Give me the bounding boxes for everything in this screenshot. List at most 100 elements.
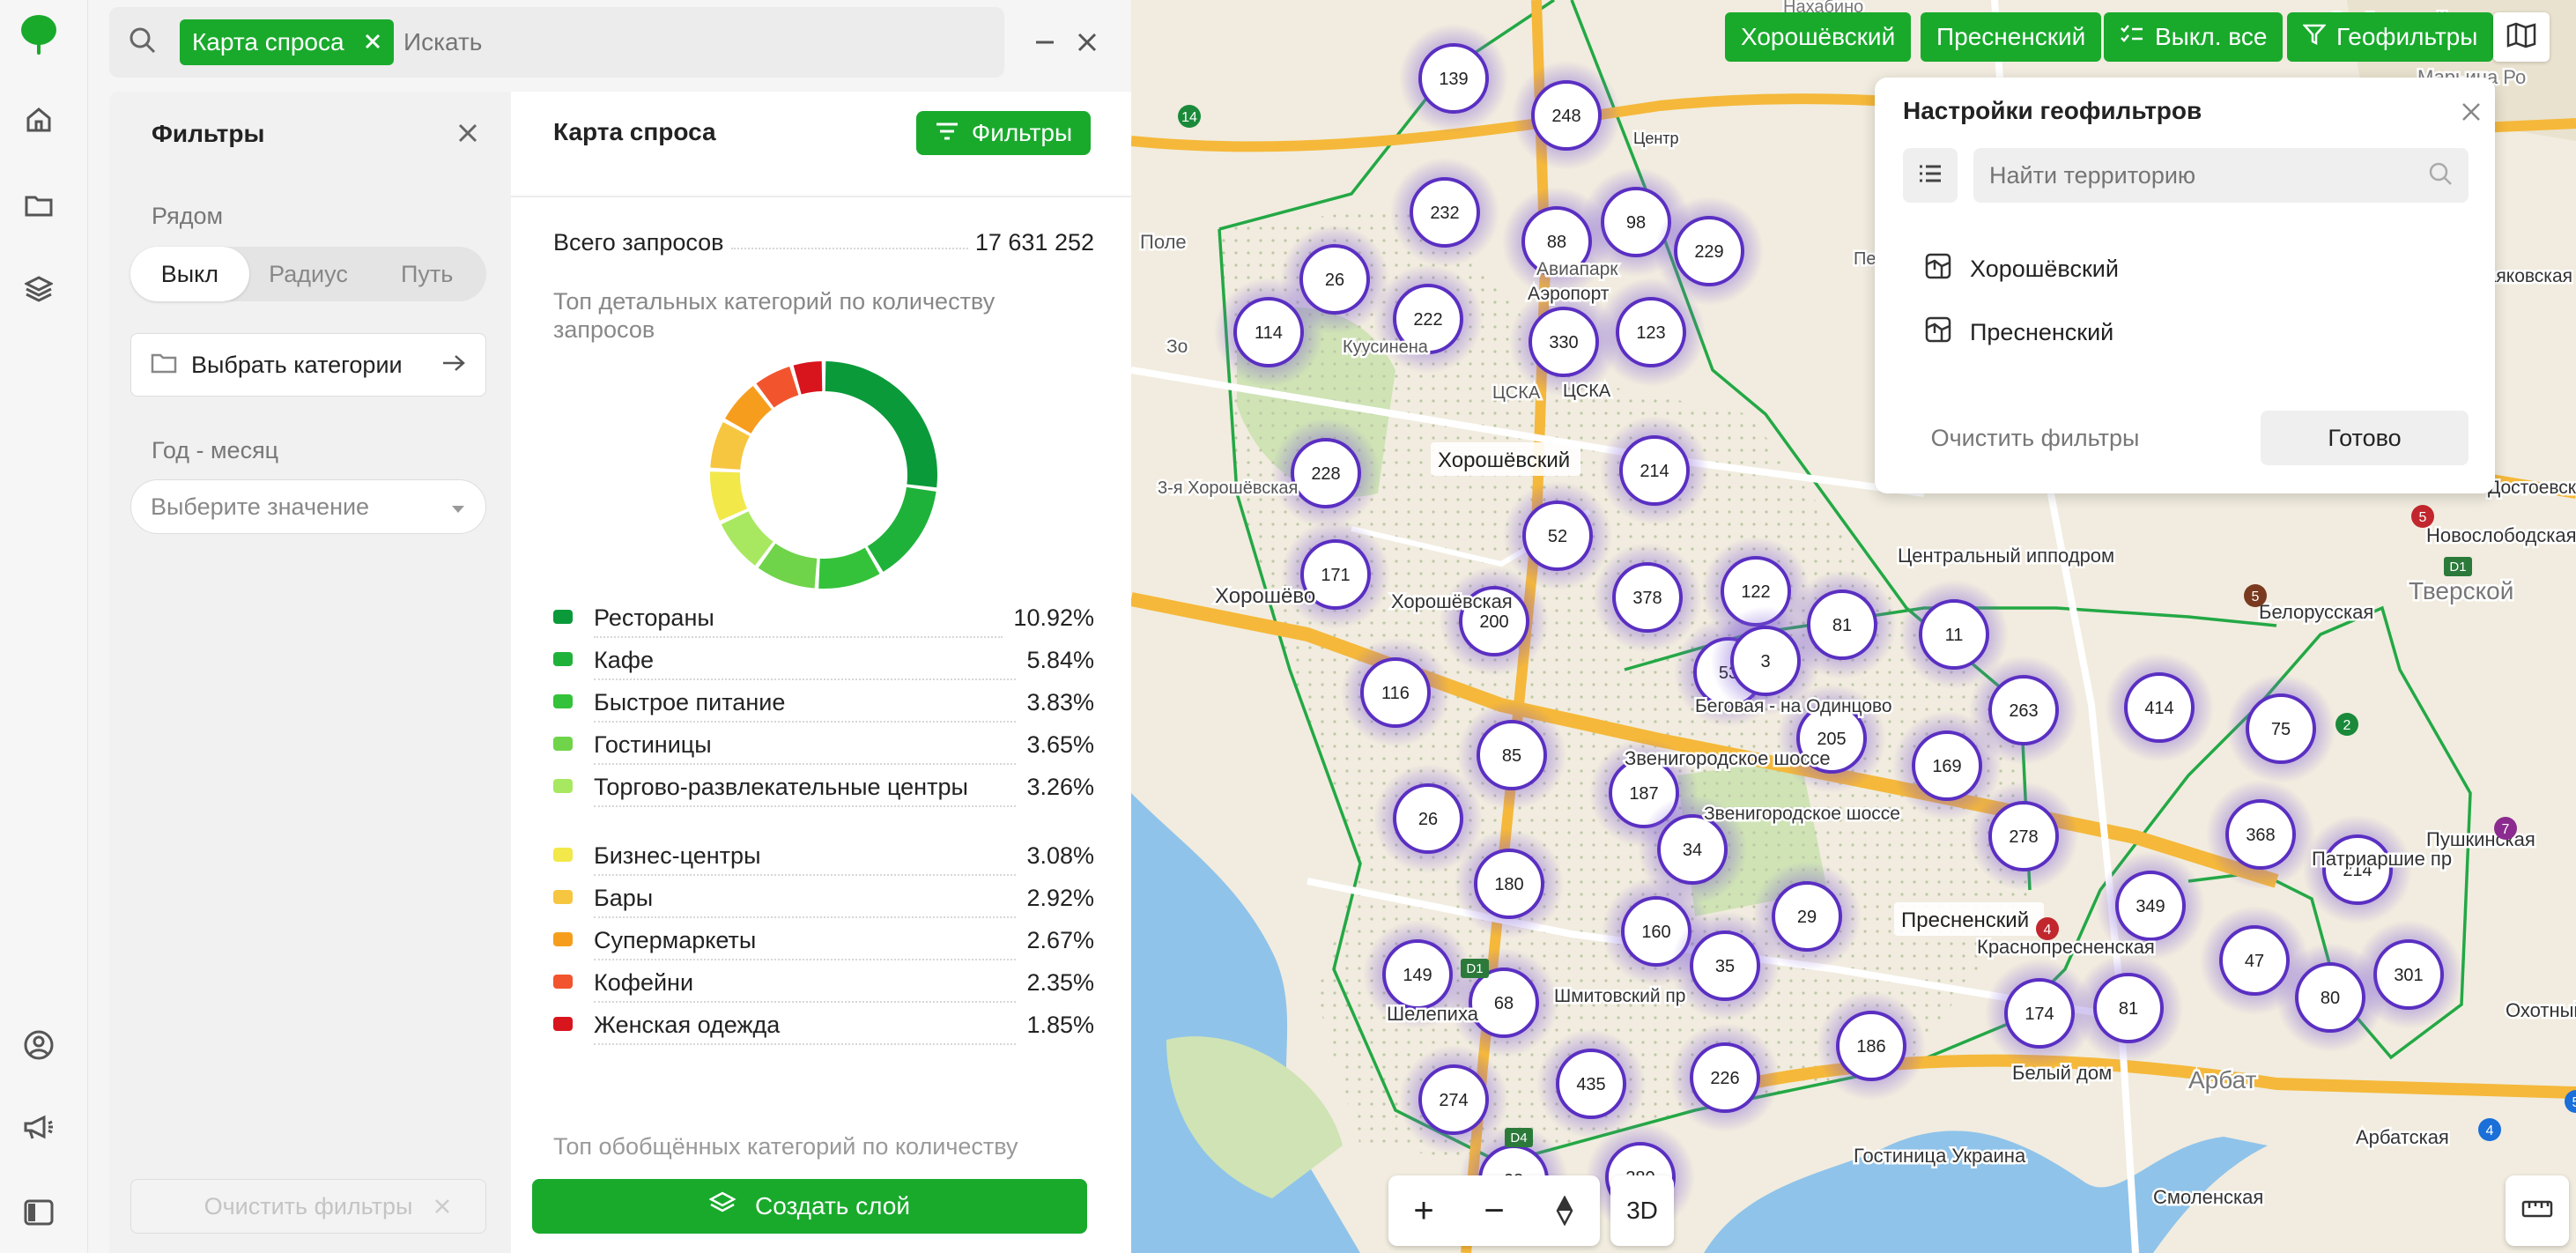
demand-cluster[interactable]: 435 bbox=[1536, 1029, 1646, 1138]
zoom-out-button[interactable]: − bbox=[1459, 1191, 1529, 1231]
cluster-count: 75 bbox=[2271, 720, 2291, 739]
search-chip[interactable]: Карта спроса bbox=[180, 19, 394, 65]
compass-icon[interactable] bbox=[1529, 1196, 1600, 1226]
choose-categories-button[interactable]: Выбрать категории bbox=[130, 333, 486, 397]
donut-slice[interactable] bbox=[793, 361, 823, 395]
demand-cluster[interactable]: 75 bbox=[2226, 674, 2335, 783]
demand-cluster[interactable]: 123 bbox=[1596, 278, 1706, 387]
legend-swatch bbox=[553, 610, 573, 624]
donut-slice[interactable] bbox=[867, 486, 936, 572]
demand-cluster[interactable]: 232 bbox=[1390, 158, 1499, 267]
donut-slice[interactable] bbox=[725, 386, 773, 434]
filters-close-icon[interactable] bbox=[458, 123, 477, 147]
layers-icon[interactable] bbox=[19, 270, 58, 308]
zoom-in-button[interactable]: + bbox=[1388, 1191, 1459, 1231]
close-icon[interactable] bbox=[1077, 32, 1098, 57]
nearby-option-off[interactable]: Выкл bbox=[130, 247, 249, 301]
total-requests-row: Всего запросов 17 631 252 bbox=[553, 229, 1094, 256]
territory-item[interactable]: Хорошёвский bbox=[1924, 252, 2119, 286]
arrow-right-icon bbox=[441, 352, 466, 379]
folder-icon[interactable] bbox=[19, 185, 58, 224]
demand-cluster[interactable]: 368 bbox=[2206, 780, 2315, 889]
nearby-option-radius[interactable]: Радиус bbox=[249, 247, 368, 301]
chip-close-icon[interactable] bbox=[364, 28, 381, 56]
cluster-count: 174 bbox=[2025, 1005, 2054, 1024]
donut-slice[interactable] bbox=[758, 543, 818, 589]
geofilters-button[interactable]: Геофильтры bbox=[2287, 12, 2494, 62]
demand-cluster[interactable]: 81 bbox=[2074, 953, 2183, 1063]
place-label: Арбат bbox=[2188, 1066, 2257, 1094]
territory-search-input[interactable] bbox=[1989, 161, 2428, 189]
cluster-count: 186 bbox=[1856, 1037, 1885, 1057]
nearby-option-route[interactable]: Путь bbox=[367, 247, 486, 301]
district-button-khoroshevsky[interactable]: Хорошёвский bbox=[1725, 12, 1912, 62]
demand-cluster[interactable]: 180 bbox=[1455, 829, 1564, 938]
territory-icon bbox=[1924, 315, 1952, 350]
legend-label: Гостиницы bbox=[594, 730, 1017, 765]
search-input[interactable] bbox=[403, 25, 932, 60]
demand-cluster[interactable]: 214 bbox=[2303, 815, 2412, 924]
3d-button[interactable]: 3D bbox=[1610, 1175, 1674, 1246]
demand-cluster[interactable]: 226 bbox=[1670, 1023, 1780, 1132]
nearby-segmented-control: Выкл Радиус Путь bbox=[130, 247, 486, 301]
cluster-count: 26 bbox=[1418, 810, 1438, 829]
demand-cluster[interactable]: 171 bbox=[1281, 520, 1390, 629]
filters-button[interactable]: Фильтры bbox=[916, 111, 1091, 155]
legend-swatch bbox=[553, 975, 573, 989]
svg-text:5: 5 bbox=[2419, 510, 2427, 525]
district-button-presnensky[interactable]: Пресненский bbox=[1921, 12, 2102, 62]
demand-cluster[interactable]: 88 bbox=[1502, 187, 1611, 296]
all-off-button[interactable]: Выкл. все bbox=[2104, 12, 2284, 62]
demand-cluster[interactable]: 200 bbox=[1440, 567, 1549, 676]
demand-cluster[interactable]: 222 bbox=[1373, 264, 1483, 374]
zoom-controls: + − bbox=[1388, 1175, 1600, 1246]
geofilter-close-icon[interactable] bbox=[2461, 102, 2481, 126]
place-label: Звенигородское шоссе bbox=[1704, 804, 1900, 824]
demand-cluster[interactable]: 186 bbox=[1817, 991, 1926, 1101]
donut-slice[interactable] bbox=[710, 422, 751, 471]
donut-slice[interactable] bbox=[756, 366, 799, 408]
geofilter-clear-label: Очистить фильтры bbox=[1930, 424, 2140, 451]
demand-cluster[interactable]: 414 bbox=[2105, 653, 2214, 762]
demand-cluster[interactable]: 214 bbox=[1600, 416, 1709, 525]
legend-swatch bbox=[553, 694, 573, 708]
donut-slice[interactable] bbox=[818, 547, 880, 589]
create-layer-button[interactable]: Создать слой bbox=[532, 1179, 1087, 1234]
minimize-icon[interactable] bbox=[1034, 33, 1055, 56]
cluster-count: 149 bbox=[1403, 966, 1432, 985]
donut-slice[interactable] bbox=[710, 471, 748, 521]
account-icon[interactable] bbox=[19, 1026, 58, 1064]
demand-cluster[interactable]: 139 bbox=[1399, 24, 1508, 133]
year-month-select[interactable]: Выберите значение bbox=[130, 479, 486, 534]
clear-filters-button-disabled[interactable]: Очистить фильтры bbox=[130, 1179, 486, 1234]
donut-slice[interactable] bbox=[825, 361, 937, 488]
demand-cluster[interactable]: 228 bbox=[1271, 419, 1381, 528]
legend-swatch bbox=[553, 779, 573, 793]
cluster-count: 47 bbox=[2245, 952, 2264, 971]
choose-categories-label: Выбрать категории bbox=[191, 351, 403, 378]
demand-cluster[interactable]: 248 bbox=[1512, 61, 1621, 170]
map-mode-button[interactable] bbox=[2493, 12, 2550, 62]
search-icon[interactable] bbox=[129, 26, 157, 59]
sidebar-toggle-icon[interactable] bbox=[19, 1193, 58, 1232]
megaphone-icon[interactable] bbox=[19, 1108, 58, 1147]
demand-cluster[interactable]: 114 bbox=[1214, 278, 1323, 387]
demand-cluster[interactable]: 35 bbox=[1670, 911, 1780, 1020]
demand-cluster[interactable]: 378 bbox=[1593, 543, 1702, 652]
geofilter-done-button[interactable]: Готово bbox=[2261, 411, 2469, 465]
all-off-label: Выкл. все bbox=[2155, 23, 2268, 50]
demand-cluster[interactable]: 80 bbox=[2276, 943, 2385, 1052]
home-icon[interactable] bbox=[19, 100, 58, 139]
demand-cluster[interactable]: 278 bbox=[1969, 782, 2078, 891]
district-button-label: Хорошёвский bbox=[1741, 23, 1896, 50]
logo-icon[interactable] bbox=[19, 15, 58, 55]
geofilter-clear-button[interactable]: Очистить фильтры bbox=[1903, 411, 2167, 465]
list-view-button[interactable] bbox=[1903, 148, 1958, 203]
legend-value: 1.85% bbox=[1026, 1012, 1094, 1038]
filters-button-label: Фильтры bbox=[971, 119, 1073, 146]
ruler-button[interactable] bbox=[2506, 1175, 2569, 1246]
demand-cluster[interactable]: 116 bbox=[1341, 638, 1450, 747]
territory-search[interactable] bbox=[1973, 148, 2469, 203]
donut-slice[interactable] bbox=[721, 510, 774, 566]
territory-item[interactable]: Пресненский bbox=[1924, 315, 2113, 350]
